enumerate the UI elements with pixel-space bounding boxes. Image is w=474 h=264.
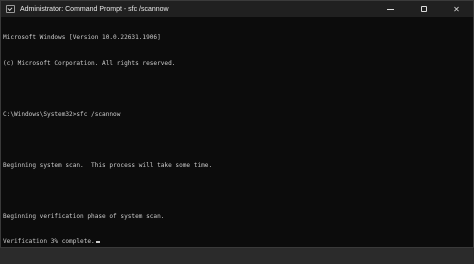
console-line: Beginning system scan. This process will… [3,161,213,169]
terminal-icon [6,5,15,13]
console-output[interactable]: Microsoft Windows [Version 10.0.22631.19… [3,17,473,247]
window-title: Administrator: Command Prompt - sfc /sca… [20,5,169,13]
command-prompt-window: Administrator: Command Prompt - sfc /sca… [0,0,474,248]
console-line: C:\Windows\System32>sfc /scannow [3,110,121,118]
console-line: (c) Microsoft Corporation. All rights re… [3,59,176,67]
close-icon: ✕ [453,4,460,14]
text-cursor [95,241,100,243]
progress-text: Verification 3% complete. [3,238,95,245]
maximize-button[interactable] [407,1,440,17]
minimize-button[interactable] [374,1,407,17]
maximize-icon [420,6,427,12]
window-controls: ✕ [374,1,473,17]
title-bar[interactable]: Administrator: Command Prompt - sfc /sca… [1,1,473,17]
console-line: Microsoft Windows [Version 10.0.22631.19… [3,34,161,41]
console-line: Beginning verification phase of system s… [3,212,165,220]
close-button[interactable]: ✕ [440,1,473,17]
minimize-icon [387,8,394,10]
console-line-last: Verification 3% complete. [3,238,473,247]
